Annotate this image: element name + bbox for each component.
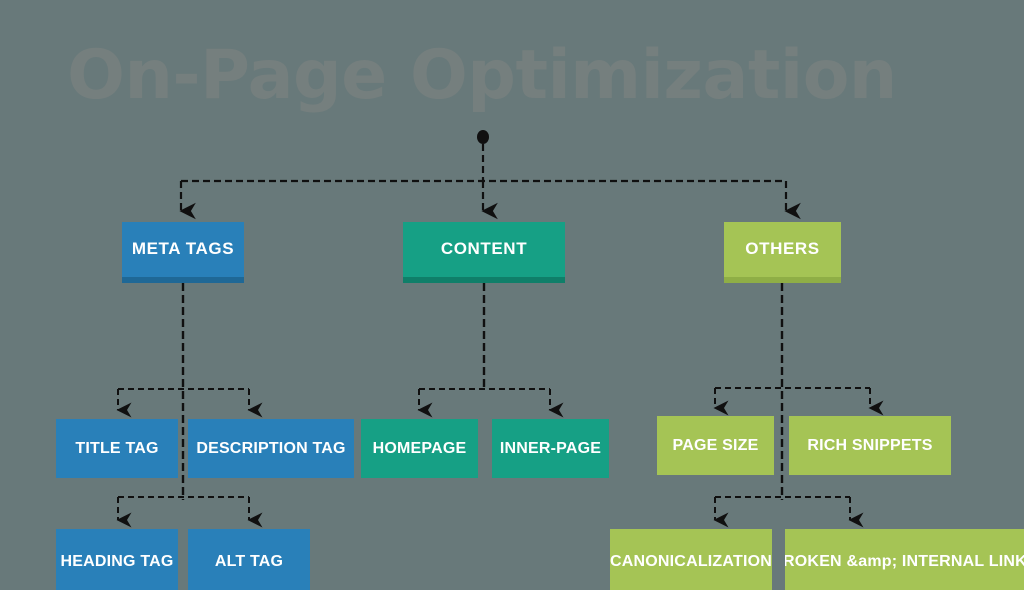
node-canonicalization-label: CANONICALIZATION xyxy=(610,553,772,571)
root-dot xyxy=(477,130,489,144)
node-title-tag-label: TITLE TAG xyxy=(75,439,159,457)
node-broken-internal-links-label: BROKEN &amp; INTERNAL LINKS xyxy=(785,553,1024,571)
node-title-tag[interactable]: TITLE TAG xyxy=(56,419,178,478)
node-others[interactable]: OTHERS xyxy=(724,222,841,283)
node-others-label: OTHERS xyxy=(745,239,820,259)
node-broken-internal-links[interactable]: BROKEN &amp; INTERNAL LINKS xyxy=(785,529,1024,590)
node-rich-snippets[interactable]: RICH SNIPPETS xyxy=(789,416,951,475)
node-meta-tags-label: META TAGS xyxy=(131,239,235,259)
node-meta-tags[interactable]: META TAGS xyxy=(122,222,244,283)
node-content[interactable]: CONTENT xyxy=(403,222,565,283)
node-page-size[interactable]: PAGE SIZE xyxy=(657,416,774,475)
diagram-canvas: On-Page Optimization META TAGS CONTENT O… xyxy=(0,0,1024,590)
node-homepage[interactable]: HOMEPAGE xyxy=(361,419,478,478)
node-content-label: CONTENT xyxy=(440,239,528,259)
node-heading-tag[interactable]: HEADING TAG xyxy=(56,529,178,590)
node-alt-tag[interactable]: ALT TAG xyxy=(188,529,310,590)
node-inner-page-label: INNER-PAGE xyxy=(499,439,602,457)
node-canonicalization[interactable]: CANONICALIZATION xyxy=(610,529,772,590)
node-homepage-label: HOMEPAGE xyxy=(372,439,467,457)
node-inner-page[interactable]: INNER-PAGE xyxy=(492,419,609,478)
node-description-tag[interactable]: DESCRIPTION TAG xyxy=(188,419,354,478)
node-rich-snippets-label: RICH SNIPPETS xyxy=(807,436,933,454)
page-title: On-Page Optimization xyxy=(67,36,897,115)
node-description-tag-label: DESCRIPTION TAG xyxy=(196,439,346,457)
node-heading-tag-label: HEADING TAG xyxy=(60,553,174,571)
node-page-size-label: PAGE SIZE xyxy=(672,436,759,454)
node-alt-tag-label: ALT TAG xyxy=(214,553,284,571)
